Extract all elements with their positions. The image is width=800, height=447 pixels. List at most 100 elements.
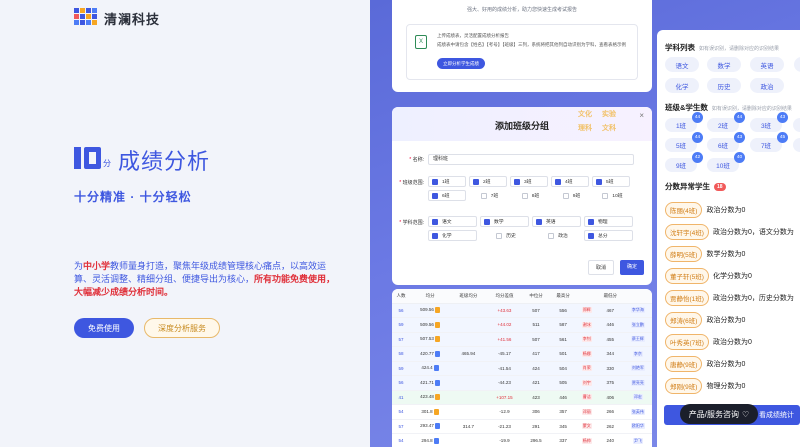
upload-dropzone[interactable]: X 上传成绩表，灵活配置成绩分析报告 成绩表中请包含【姓名】【考号】【班级】三列… [406,24,638,80]
student-count-badge: 45 [777,132,788,143]
abnormal-student-item[interactable]: 陈丽(4班) 政治分数为0 [665,202,745,218]
table-header: 最低分 [596,289,624,304]
abnormal-count-badge: 18 [714,183,726,192]
subjects-checkbox[interactable]: 化学 [428,230,477,241]
excel-file-icon: X [415,35,427,49]
subject-chip[interactable]: 物 [794,57,800,72]
group-modal: 文化 实验 理科 文科 添加班级分组 × * 名称: 理科班 * 班级范围: 1班 2… [392,107,652,285]
confirm-button[interactable]: 确定 [619,260,644,275]
subjects-checkbox[interactable]: 语文 [428,216,477,227]
class-chip[interactable]: 3班 43 [750,112,788,132]
table-row: 58 420.77 465.94 -45.17 417 501 杨娜 344 李京 [392,346,652,362]
table-header: 人数 [392,289,411,304]
brand-name: 清澜科技 [104,11,161,27]
classes-checkbox[interactable]: 8班 [510,190,548,201]
abnormal-student-item[interactable]: 董子轩(5班) 化学分数为0 [665,268,752,284]
checkbox-icon [562,192,569,199]
consult-button[interactable]: 产品/服务咨询 ♡ [680,404,758,424]
abnormal-student-item[interactable]: 郑刚(9班) 物理分数为0 [665,378,745,394]
abnormal-student-item[interactable]: 薛明(5班) 数学分数为0 [665,246,745,262]
student-count-badge: 44 [692,112,703,123]
stats-table: 人数 均分 班级均分 均分差值 中位分 最高分 最低分 56 509.56 +43.63 507… [392,289,652,447]
class-chip[interactable]: 7班 45 [750,132,788,152]
subject-chip[interactable]: 历史 [707,78,741,93]
table-header: 均分 [410,289,451,304]
abnormal-student-item[interactable]: 贾静怡(1班) 政治分数为0，历史分数为 [665,290,794,306]
abnormal-student-item[interactable]: 郑涛(6班) 政治分数为0 [665,312,745,328]
classes-checkbox[interactable]: 10班 [592,190,630,201]
classes-row: * 班级范围: 1班 2班 3班 4班 5班 6班 7班 8班 9班 10班 [392,176,630,201]
classes-checkbox[interactable]: 3班 [510,176,548,187]
checkbox-icon [432,218,438,225]
subject-chip[interactable]: 化学 [665,78,699,93]
class-chip[interactable]: 1班 44 [665,112,703,132]
student-count-badge: 44 [734,112,745,123]
subjects-checkbox[interactable]: 物理 [584,216,633,227]
classes-checkbox[interactable]: 5班 [592,176,630,187]
group-name-input[interactable]: 理科班 [428,154,634,165]
table-header: 中位分 [522,289,550,304]
deep-analysis-button[interactable]: 深度分析服务 [144,318,220,338]
checkbox-icon [536,218,542,225]
subjects-row: * 学科范围: 语文 数学 英语 物理 化学 历史 政治 总分 [392,216,633,241]
checkbox-icon [432,178,438,185]
subject-chip[interactable]: 政治 [750,78,784,93]
subjects-title: 学科列表 如有误识别，请删除对应的识别结果 [665,43,780,52]
checkbox-icon [496,232,503,239]
checkbox-icon [555,178,561,185]
subjects-checkbox[interactable]: 历史 [480,230,529,241]
modal-footer: 取消 确定 [587,260,644,275]
class-chip[interactable]: 10班 40 [707,152,745,172]
subject-chip[interactable]: 数学 [707,57,741,72]
subjects-checkbox[interactable]: 政治 [532,230,581,241]
checkbox-icon [521,192,528,199]
class-chip[interactable]: 6班 43 [707,132,745,152]
hero-title: 成绩分析 [118,149,211,174]
class-chip[interactable]: 2班 44 [707,112,745,132]
brand-logo[interactable]: 清澜科技 [74,8,160,28]
modal-title: 添加班级分组 [494,121,549,131]
table-header [576,289,597,304]
classes-checkbox[interactable]: 7班 [469,190,507,201]
class-chip[interactable]: 4 [793,118,800,132]
abnormal-student-item[interactable]: 叶秀英(7班) 政治分数为0 [665,334,752,350]
classes-title: 班级&学生数 如有误识别，请删除对应的识别结果 [665,103,792,112]
analyze-button[interactable]: 立即分析学生成绩 [437,58,485,69]
checkbox-icon [473,178,479,185]
side-panel: 学科列表如有误识别，请删除对应的识别结果 语文数学英语物化学历史政治 班级&学生… [657,30,800,447]
table-row: 41 423.48 +107.15 423 446 曹洁 406 邓宏 [392,390,652,405]
close-icon[interactable]: × [639,111,644,120]
class-chip[interactable]: 9班 42 [665,152,703,172]
classes-checkbox[interactable]: 9班 [551,190,589,201]
table-header: 最高分 [549,289,577,304]
heart-icon: ♡ [742,409,750,419]
checkbox-icon [596,178,602,185]
subjects-checkbox[interactable]: 总分 [584,230,633,241]
classes-checkbox[interactable]: 2班 [469,176,507,187]
logo-mark-icon [74,8,98,28]
checkbox-icon [602,192,609,199]
subject-chip[interactable]: 英语 [750,57,784,72]
table-header [623,289,652,304]
subjects-checkbox[interactable]: 数学 [480,216,529,227]
class-chip[interactable]: 8 [793,138,800,152]
cancel-button[interactable]: 取消 [587,260,614,275]
free-use-button[interactable]: 免费使用 [74,318,134,338]
class-chip[interactable]: 5班 44 [665,132,703,152]
classes-checkbox[interactable]: 6班 [428,190,466,201]
checkbox-icon [432,232,438,239]
subjects-checkbox[interactable]: 英语 [532,216,581,227]
checkbox-icon [588,218,594,225]
abnormal-student-item[interactable]: 沈轩宇(4班) 政治分数为0，语文分数为 [665,224,794,240]
table-row: 57 507.53 +41.56 507 561 李钊 455 蔡王辉 [392,332,652,347]
subject-chip[interactable]: 语文 [665,57,699,72]
modal-header: 文化 实验 理科 文科 添加班级分组 × [392,107,652,141]
table-row: 56 509.56 +43.63 507 556 郑辉 467 李华海 [392,303,652,318]
table-row: 57 293.47 314.7 -21.23 291 345 蒙文 262 欧阳华 [392,419,652,434]
classes-checkbox[interactable]: 4班 [551,176,589,187]
table-row: 59 424.4 -41.54 424 504 肖荣 330 刘艳军 [392,361,652,376]
abnormal-student-item[interactable]: 唐静(9班) 政治分数为0 [665,356,745,372]
checkbox-icon [432,192,438,199]
classes-checkbox[interactable]: 1班 [428,176,466,187]
student-count-badge: 44 [692,132,703,143]
